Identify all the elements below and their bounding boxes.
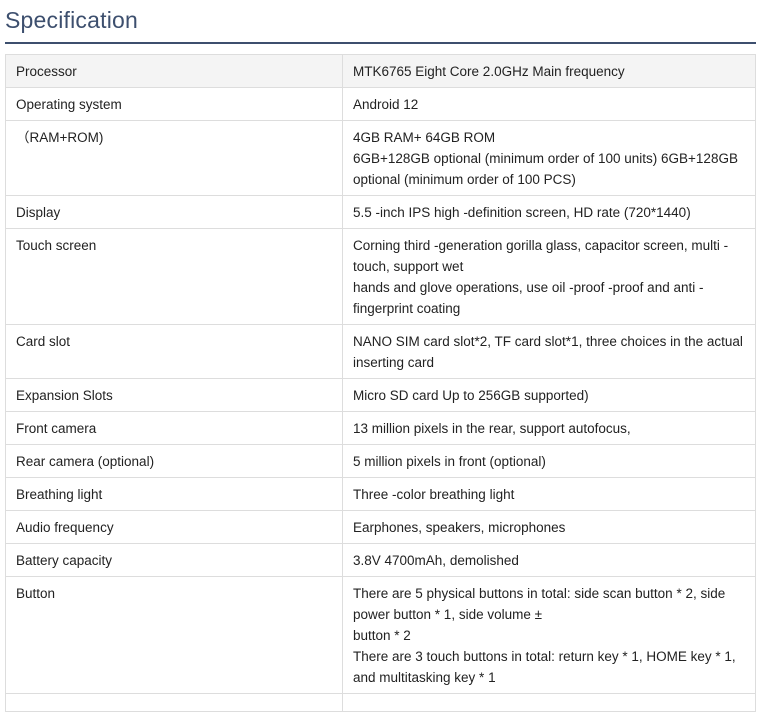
spec-label-cutoff bbox=[5, 693, 343, 712]
spec-label: Display bbox=[5, 195, 343, 229]
table-row: Display 5.5 -inch IPS high -definition s… bbox=[5, 195, 756, 229]
table-row: Audio frequency Earphones, speakers, mic… bbox=[5, 510, 756, 544]
spec-value: 3.8V 4700mAh, demolished bbox=[342, 543, 756, 577]
spec-value-line: 4GB RAM+ 64GB ROM bbox=[353, 130, 496, 145]
spec-label: Button bbox=[5, 576, 343, 694]
spec-value: Earphones, speakers, microphones bbox=[342, 510, 756, 544]
spec-value: Corning third -generation gorilla glass,… bbox=[342, 228, 756, 325]
spec-label: Rear camera (optional) bbox=[5, 444, 343, 478]
spec-value: NANO SIM card slot*2, TF card slot*1, th… bbox=[342, 324, 756, 379]
spec-value-line: 5.5 -inch IPS high -definition screen, H… bbox=[353, 205, 691, 220]
table-row: Touch screen Corning third -generation g… bbox=[5, 228, 756, 325]
table-row: Card slot NANO SIM card slot*2, TF card … bbox=[5, 324, 756, 379]
spec-value-line: 3.8V 4700mAh, demolished bbox=[353, 553, 519, 568]
table-row-cutoff bbox=[5, 693, 756, 712]
spec-value-line: Earphones, speakers, microphones bbox=[353, 520, 566, 535]
table-row: Front camera 13 million pixels in the re… bbox=[5, 411, 756, 445]
spec-label: Card slot bbox=[5, 324, 343, 379]
spec-value-line: Android 12 bbox=[353, 97, 419, 112]
table-row: Battery capacity 3.8V 4700mAh, demolishe… bbox=[5, 543, 756, 577]
spec-label: Touch screen bbox=[5, 228, 343, 325]
specification-table: Processor MTK6765 Eight Core 2.0GHz Main… bbox=[5, 54, 756, 712]
spec-value: 5 million pixels in front (optional) bbox=[342, 444, 756, 478]
spec-value: There are 5 physical buttons in total: s… bbox=[342, 576, 756, 694]
spec-value-line: 5 million pixels in front (optional) bbox=[353, 454, 546, 469]
table-row: Rear camera (optional) 5 million pixels … bbox=[5, 444, 756, 478]
spec-value-line: There are 3 touch buttons in total: retu… bbox=[353, 649, 736, 685]
spec-label: Processor bbox=[5, 54, 343, 88]
spec-value-line: Micro SD card Up to 256GB supported) bbox=[353, 388, 589, 403]
spec-value-line: 6GB+128GB optional (minimum order of 100… bbox=[353, 151, 738, 187]
spec-label: Battery capacity bbox=[5, 543, 343, 577]
spec-value-line: hands and glove operations, use oil -pro… bbox=[353, 280, 704, 316]
table-row: Operating system Android 12 bbox=[5, 87, 756, 121]
spec-label: Operating system bbox=[5, 87, 343, 121]
spec-value: 5.5 -inch IPS high -definition screen, H… bbox=[342, 195, 756, 229]
spec-value: MTK6765 Eight Core 2.0GHz Main frequency bbox=[342, 54, 756, 88]
spec-value: Android 12 bbox=[342, 87, 756, 121]
table-row: Breathing light Three -color breathing l… bbox=[5, 477, 756, 511]
spec-value: Three -color breathing light bbox=[342, 477, 756, 511]
spec-label: Breathing light bbox=[5, 477, 343, 511]
spec-value-line: NANO SIM card slot*2, TF card slot*1, th… bbox=[353, 334, 743, 370]
table-row: Button There are 5 physical buttons in t… bbox=[5, 576, 756, 694]
spec-value-line: Corning third -generation gorilla glass,… bbox=[353, 238, 729, 274]
spec-value-line: Three -color breathing light bbox=[353, 487, 515, 502]
spec-value-line: 13 million pixels in the rear, support a… bbox=[353, 421, 631, 436]
spec-label: Audio frequency bbox=[5, 510, 343, 544]
spec-value-line: MTK6765 Eight Core 2.0GHz Main frequency bbox=[353, 64, 625, 79]
spec-label: Front camera bbox=[5, 411, 343, 445]
spec-value-line: button * 2 bbox=[353, 628, 411, 643]
spec-value: 4GB RAM+ 64GB ROM 6GB+128GB optional (mi… bbox=[342, 120, 756, 196]
table-row: Expansion Slots Micro SD card Up to 256G… bbox=[5, 378, 756, 412]
spec-value-cutoff bbox=[342, 693, 756, 712]
spec-value: Micro SD card Up to 256GB supported) bbox=[342, 378, 756, 412]
table-row: （RAM+ROM) 4GB RAM+ 64GB ROM 6GB+128GB op… bbox=[5, 120, 756, 196]
spec-value: 13 million pixels in the rear, support a… bbox=[342, 411, 756, 445]
spec-label: （RAM+ROM) bbox=[5, 120, 343, 196]
spec-label: Expansion Slots bbox=[5, 378, 343, 412]
title-divider bbox=[5, 42, 756, 44]
spec-value-line: There are 5 physical buttons in total: s… bbox=[353, 586, 726, 622]
page-title: Specification bbox=[5, 7, 139, 33]
table-row: Processor MTK6765 Eight Core 2.0GHz Main… bbox=[5, 54, 756, 88]
